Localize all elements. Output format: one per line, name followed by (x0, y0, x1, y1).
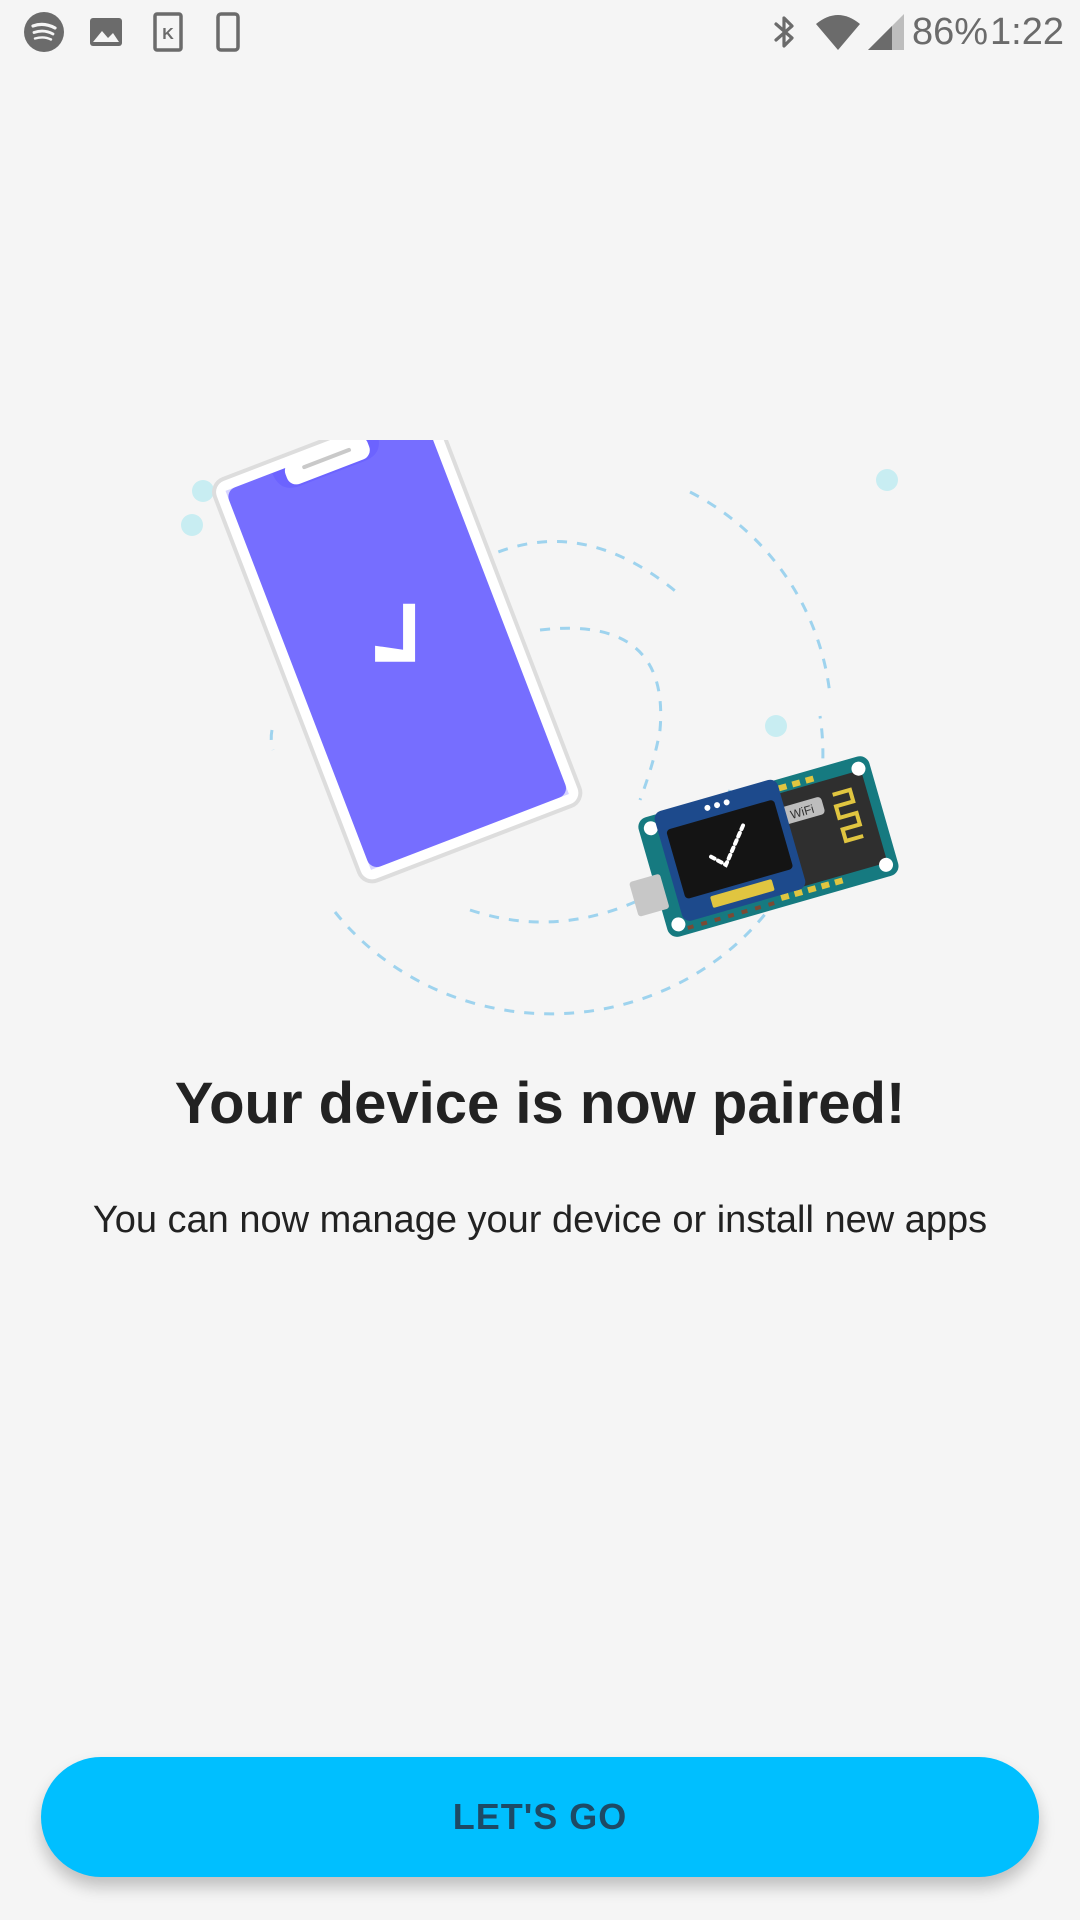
svg-text:K: K (162, 26, 174, 43)
wave-mid-top (479, 539, 681, 597)
bluetooth-icon (774, 16, 794, 48)
wave-left-small (269, 729, 275, 751)
wifi-icon (816, 15, 860, 50)
pairing-success-screen: K 86% 1:22 WiFi Your device is now paire… (0, 0, 1080, 1920)
k-app-icon: K (153, 12, 183, 52)
phone-icon (216, 12, 240, 52)
page-subtitle: You can now manage your device or instal… (92, 1199, 988, 1241)
image-icon (90, 18, 122, 46)
spotify-icon (24, 12, 64, 52)
battery-percentage: 86% (912, 11, 989, 53)
cell-signal-icon (868, 14, 904, 50)
wave-outer-right (689, 490, 832, 696)
clock: 1:22 (990, 11, 1064, 53)
lets-go-button[interactable]: LET'S GO (41, 1757, 1039, 1877)
status-bar: K 86% 1:22 (0, 0, 1080, 64)
board-device-icon: WiFi (629, 756, 899, 937)
phone-graphic (212, 440, 583, 884)
page-title: Your device is now paired! (174, 1071, 906, 1136)
paired-illustration: WiFi (181, 440, 899, 1016)
wave-mid-bottom (469, 893, 651, 924)
